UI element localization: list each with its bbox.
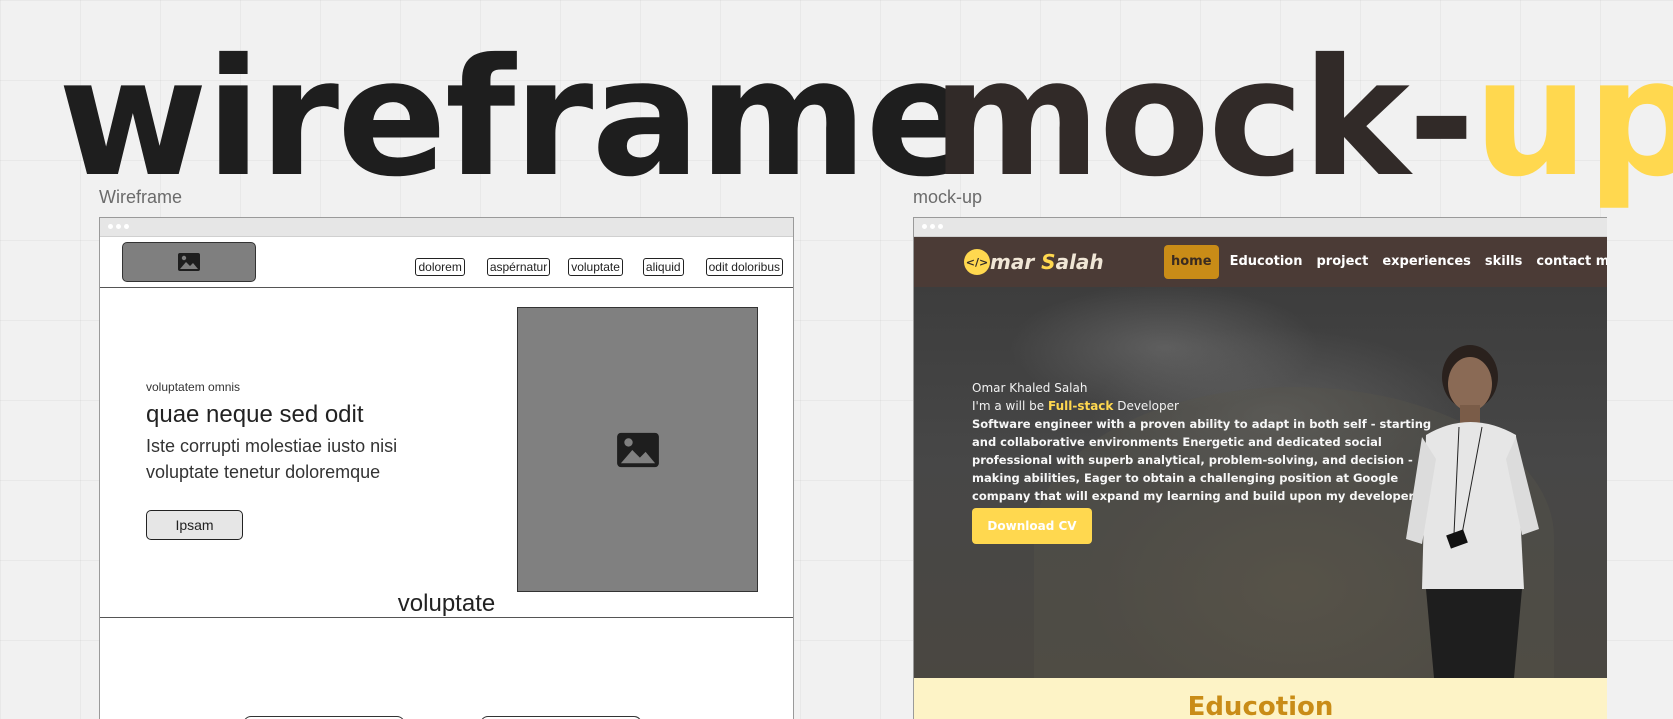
wireframe-nav-item[interactable]: aliquid (642, 258, 684, 276)
wireframe-section-title: voluptate (397, 590, 496, 617)
mockup-window-bar (914, 218, 1607, 237)
hero-role-accent: Full-stack (1047, 399, 1114, 413)
hero-role-prefix: I'm a will be (972, 399, 1048, 413)
logo-text-part: mar (990, 250, 1042, 274)
download-cv-button[interactable]: Download CV (972, 508, 1092, 544)
logo-text-accent: S (1041, 250, 1056, 274)
image-icon (178, 253, 200, 271)
wireframe-hero-heading: quae neque sed odit (146, 401, 364, 428)
wireframe-frame-label[interactable]: Wireframe (99, 187, 182, 208)
mockup-header: </> mar Salah home Educotion project exp… (914, 237, 1607, 287)
mockup-hero-text: Omar Khaled Salah I'm a will be Full-sta… (972, 379, 1442, 523)
logo-text-part: alah (1055, 250, 1104, 274)
wireframe-hero-eyebrow: voluptatem omnis (146, 380, 241, 394)
wireframe-frame[interactable]: dolorem aspérnatur voluptate aliquid odi… (99, 217, 794, 719)
hero-description: Software engineer with a proven ability … (972, 417, 1432, 521)
nav-contact[interactable]: contact me (1529, 245, 1607, 279)
nav-experiences[interactable]: experiences (1375, 245, 1478, 279)
window-dot (108, 224, 113, 229)
window-dot (116, 224, 121, 229)
wireframe-hero-button[interactable]: Ipsam (146, 510, 243, 540)
wireframe-window-bar (100, 218, 793, 237)
wireframe-nav-item[interactable]: dolorem (415, 258, 465, 276)
window-dot (938, 224, 943, 229)
mockup-heading: mock-up (932, 38, 1673, 200)
hero-name: Omar Khaled Salah (972, 381, 1088, 395)
mockup-heading-prefix: mock- (932, 25, 1475, 213)
wireframe-header: dolorem aspérnatur voluptate aliquid odi… (100, 237, 793, 288)
hero-role-suffix: Developer (1113, 399, 1179, 413)
nav-education[interactable]: Educotion (1223, 245, 1310, 279)
window-dot (930, 224, 935, 229)
nav-project[interactable]: project (1310, 245, 1376, 279)
mockup-heading-accent: up (1473, 25, 1673, 213)
wireframe-hero: voluptatem omnis quae neque sed odit Ist… (100, 288, 793, 618)
image-icon (616, 432, 659, 467)
window-dot (922, 224, 927, 229)
mockup-logo-text[interactable]: mar Salah (990, 250, 1104, 274)
wireframe-nav-item[interactable]: aspérnatur (486, 258, 551, 276)
mockup-frame[interactable]: </> mar Salah home Educotion project exp… (913, 217, 1607, 719)
wireframe-image-placeholder (517, 307, 758, 592)
person-photo (1406, 345, 1539, 678)
nav-skills[interactable]: skills (1478, 245, 1530, 279)
wireframe-logo-placeholder[interactable] (122, 242, 256, 282)
wireframe-nav-item[interactable]: odit doloribus (705, 258, 783, 276)
window-dot (124, 224, 129, 229)
education-title: Educotion (1187, 692, 1334, 719)
mockup-nav: home Educotion project experiences skill… (1164, 245, 1607, 279)
wireframe-nav: dolorem aspérnatur voluptate aliquid odi… (415, 258, 783, 276)
wireframe-hero-body: Iste corrupti molestiae iusto nisi volup… (146, 436, 398, 482)
hero-role: I'm a will be Full-stack Developer (972, 397, 1442, 415)
education-section: Educotion (914, 678, 1607, 719)
wireframe-nav-item[interactable]: voluptate (568, 258, 623, 276)
mockup-frame-label[interactable]: mock-up (913, 187, 982, 208)
mockup-hero: Omar Khaled Salah I'm a will be Full-sta… (914, 287, 1607, 678)
code-icon[interactable]: </> (964, 249, 990, 275)
nav-home[interactable]: home (1164, 245, 1219, 279)
wireframe-heading: wireframe (58, 25, 975, 213)
